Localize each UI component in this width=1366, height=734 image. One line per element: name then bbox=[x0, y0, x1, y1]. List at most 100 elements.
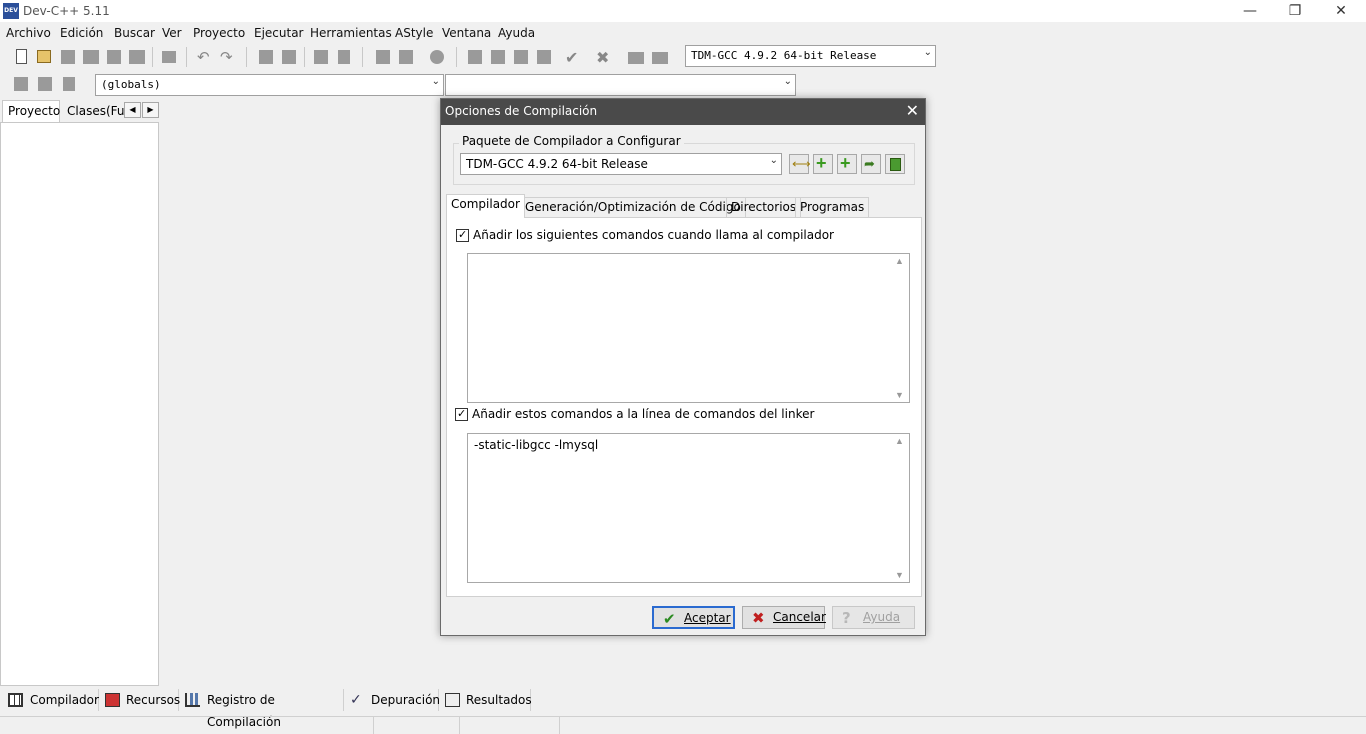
debug-icon[interactable] bbox=[627, 48, 645, 66]
save-all-icon[interactable] bbox=[82, 48, 100, 66]
rename-set-button[interactable]: ➦ bbox=[861, 154, 881, 174]
minimize-button[interactable]: — bbox=[1227, 0, 1273, 22]
close-file-icon[interactable] bbox=[105, 48, 123, 66]
redo-icon[interactable]: ↷ bbox=[220, 48, 238, 66]
bookmark-icon[interactable] bbox=[335, 48, 353, 66]
syntax-check-icon[interactable]: ✔ bbox=[565, 48, 583, 67]
restore-button[interactable]: ❐ bbox=[1272, 0, 1318, 22]
member-select[interactable]: ⌄ bbox=[445, 74, 796, 96]
tab-scroll-left-icon[interactable]: ◀ bbox=[124, 102, 141, 118]
stop-execution-icon[interactable]: ✖ bbox=[596, 48, 614, 67]
scroll-down-icon[interactable]: ▼ bbox=[895, 390, 904, 400]
menu-bar: Archivo Edición Buscar Ver Proyecto Ejec… bbox=[0, 22, 1366, 44]
run-icon[interactable] bbox=[489, 48, 507, 66]
rebuild-all-icon[interactable] bbox=[535, 48, 553, 66]
scrollbar[interactable]: ▲ ▼ bbox=[892, 254, 909, 402]
save-icon[interactable] bbox=[59, 48, 77, 66]
menu-archivo[interactable]: Archivo bbox=[6, 26, 51, 40]
rename-icon: ➦ bbox=[864, 156, 875, 171]
tab-clases[interactable]: Clases(Fun bbox=[62, 102, 124, 122]
project-tree[interactable] bbox=[0, 122, 159, 686]
tab-depuracion[interactable]: ✓ Depuración bbox=[344, 689, 441, 711]
main-toolbar: ↶ ↷ ✔ ✖ TDM-GCC 4.9.2 64-bit Release ⌄ bbox=[0, 44, 940, 70]
plus-icon: + bbox=[816, 153, 827, 173]
bar-chart-icon bbox=[185, 693, 200, 707]
dialog-close-icon[interactable]: ✕ bbox=[906, 101, 919, 120]
add-folder-set-button[interactable]: + bbox=[837, 153, 857, 174]
forward-icon[interactable] bbox=[60, 75, 78, 93]
scroll-up-icon[interactable]: ▲ bbox=[895, 436, 904, 446]
linker-cmds-text: -static-libgcc -lmysql bbox=[474, 438, 599, 452]
compiler-select-value: TDM-GCC 4.9.2 64-bit Release bbox=[691, 49, 877, 62]
scroll-down-icon[interactable]: ▼ bbox=[895, 570, 904, 580]
grid-icon bbox=[8, 693, 23, 707]
linker-cmds-textarea[interactable]: -static-libgcc -lmysql ▲ ▼ bbox=[467, 433, 910, 583]
tab-depuracion-label: Depuración bbox=[371, 693, 441, 707]
compiler-options-dialog: Opciones de Compilación ✕ Paquete de Com… bbox=[440, 98, 926, 636]
ok-button[interactable]: ✔ Aceptar bbox=[652, 606, 735, 629]
tab-proyecto[interactable]: Proyecto bbox=[2, 100, 60, 122]
menu-ayuda[interactable]: Ayuda bbox=[498, 26, 535, 40]
menu-proyecto[interactable]: Proyecto bbox=[193, 26, 245, 40]
find-compilers-icon: ⟷ bbox=[792, 156, 811, 171]
undo-icon[interactable]: ↶ bbox=[197, 48, 215, 66]
compiler-cmds-checkbox[interactable]: ✓ bbox=[456, 229, 469, 242]
menu-edicion[interactable]: Edición bbox=[60, 26, 103, 40]
status-bar bbox=[0, 716, 1366, 734]
help-button[interactable]: ? Ayuda bbox=[832, 606, 915, 629]
toggle-comment-icon[interactable] bbox=[428, 48, 446, 66]
tab-compilador-options[interactable]: Compilador bbox=[446, 194, 525, 218]
print-icon[interactable] bbox=[160, 48, 178, 66]
tab-scroll-right-icon[interactable]: ▶ bbox=[142, 102, 159, 118]
scope-select-value: (globals) bbox=[101, 78, 161, 91]
find-compiler-sets-button[interactable]: ⟷ bbox=[789, 154, 811, 174]
new-class-icon[interactable] bbox=[12, 75, 30, 93]
new-file-icon[interactable] bbox=[13, 48, 31, 66]
compiler-set-select[interactable]: TDM-GCC 4.9.2 64-bit Release ⌄ bbox=[460, 153, 782, 175]
checkmark-icon: ✓ bbox=[458, 229, 468, 241]
linker-cmds-checkbox[interactable]: ✓ bbox=[455, 408, 468, 421]
compiler-select[interactable]: TDM-GCC 4.9.2 64-bit Release ⌄ bbox=[685, 45, 936, 67]
close-window-button[interactable]: ✕ bbox=[1318, 0, 1364, 22]
menu-ejecutar[interactable]: Ejecutar bbox=[254, 26, 304, 40]
tab-compilador[interactable]: Compilador bbox=[2, 689, 99, 711]
scrollbar[interactable]: ▲ ▼ bbox=[892, 434, 909, 582]
compile-icon[interactable] bbox=[466, 48, 484, 66]
replace-icon[interactable] bbox=[280, 48, 298, 66]
open-file-icon[interactable] bbox=[35, 48, 53, 66]
tab-generacion-optimizacion[interactable]: Generación/Optimización de Código bbox=[520, 197, 746, 218]
left-panel-tabs: Proyecto Clases(Fun ◀ ▶ bbox=[0, 100, 160, 122]
delete-set-button[interactable] bbox=[885, 154, 905, 174]
chevron-down-icon: ⌄ bbox=[783, 76, 792, 87]
tab-recursos[interactable]: Recursos bbox=[99, 689, 180, 711]
profile-icon[interactable] bbox=[651, 48, 669, 66]
dialog-title: Opciones de Compilación bbox=[445, 104, 598, 118]
unindent-icon[interactable] bbox=[374, 48, 392, 66]
compiler-cmds-textarea[interactable]: ▲ ▼ bbox=[467, 253, 910, 403]
linker-cmds-label: Añadir estos comandos a la línea de coma… bbox=[472, 407, 815, 421]
checkmark-icon: ✔ bbox=[663, 610, 676, 628]
add-empty-set-button[interactable]: + bbox=[813, 153, 833, 174]
menu-herramientas[interactable]: Herramientas bbox=[310, 26, 392, 40]
find-icon[interactable] bbox=[257, 48, 275, 66]
menu-buscar[interactable]: Buscar bbox=[114, 26, 155, 40]
menu-astyle[interactable]: AStyle bbox=[395, 26, 433, 40]
menu-ventana[interactable]: Ventana bbox=[442, 26, 491, 40]
compile-run-icon[interactable] bbox=[512, 48, 530, 66]
compiler-set-value: TDM-GCC 4.9.2 64-bit Release bbox=[466, 157, 648, 171]
indent-icon[interactable] bbox=[397, 48, 415, 66]
compiler-set-group-label: Paquete de Compilador a Configurar bbox=[459, 134, 684, 148]
menu-ver[interactable]: Ver bbox=[162, 26, 182, 40]
scope-select[interactable]: (globals) ⌄ bbox=[95, 74, 444, 96]
tab-directorios[interactable]: Directorios bbox=[726, 197, 802, 218]
back-icon[interactable] bbox=[36, 75, 54, 93]
cancel-button[interactable]: ✖ Cancelar bbox=[742, 606, 826, 629]
tab-registro-compilacion[interactable]: Registro de Compilación bbox=[179, 689, 344, 729]
goto-line-icon[interactable] bbox=[312, 48, 330, 66]
status-divider bbox=[559, 717, 560, 734]
title-bar: DEV Dev-C++ 5.11 — ❐ ✕ bbox=[0, 0, 1366, 22]
scroll-up-icon[interactable]: ▲ bbox=[895, 256, 904, 266]
tab-resultados[interactable]: Resultados bbox=[439, 689, 532, 711]
close-all-icon[interactable] bbox=[128, 48, 146, 66]
tab-programas[interactable]: Programas bbox=[795, 197, 870, 218]
